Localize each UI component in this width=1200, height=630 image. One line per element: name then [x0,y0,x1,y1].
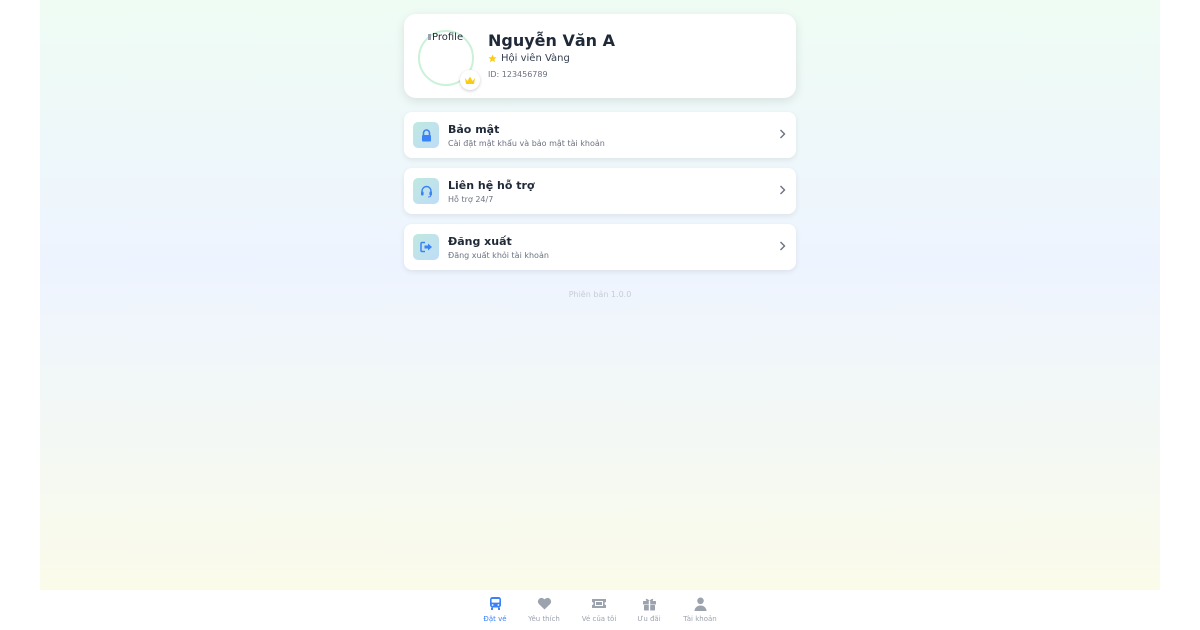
menu-description: Đăng xuất khỏi tài khoản [448,251,549,260]
nav-label: Yêu thích [528,615,560,623]
nav-item-my-tickets[interactable]: Vé của tôi [574,596,624,623]
nav-item-offers[interactable]: Ưu đãi [624,596,674,623]
menu-item-support[interactable]: Liên hệ hỗ trợ Hỗ trợ 24/7 [404,168,796,214]
menu-description: Hỗ trợ 24/7 [448,195,494,204]
lock-icon [413,122,439,148]
gift-icon [641,596,657,611]
menu-title: Liên hệ hỗ trợ [448,179,535,192]
avatar-alt-text: Profile [428,32,474,43]
chevron-right-icon [780,129,786,139]
bottom-nav: Đặt vé Yêu thích Vé của tôi Ưu đãi Tài k… [0,590,1200,630]
user-id: ID: 123456789 [488,70,548,79]
membership-label: Hội viên Vàng [501,53,570,64]
heart-icon [536,596,552,611]
star-icon [488,54,497,63]
menu-title: Đăng xuất [448,235,512,248]
crown-icon [460,70,480,90]
chevron-right-icon [780,185,786,195]
bus-icon [487,596,503,611]
nav-label: Ưu đãi [637,615,661,623]
nav-label: Tài khoản [683,615,717,623]
chevron-right-icon [780,241,786,251]
nav-item-account[interactable]: Tài khoản [675,596,725,623]
logout-icon [413,234,439,260]
membership-row: Hội viên Vàng [488,53,570,64]
app-background: Profile Nguyễn Văn A Hội viên Vàng ID: 1… [40,0,1160,590]
nav-item-book-ticket[interactable]: Đặt vé [470,596,520,623]
menu-item-logout[interactable]: Đăng xuất Đăng xuất khỏi tài khoản [404,224,796,270]
version-label: Phiên bản 1.0.0 [568,290,632,299]
ticket-icon [591,596,607,611]
nav-item-favorites[interactable]: Yêu thích [519,596,569,623]
profile-name: Nguyễn Văn A [488,31,615,50]
user-icon [692,596,708,611]
menu-description: Cài đặt mật khẩu và bảo mật tài khoản [448,139,605,148]
nav-label: Vé của tôi [581,615,617,623]
profile-card: Profile Nguyễn Văn A Hội viên Vàng ID: 1… [404,14,796,98]
menu-item-security[interactable]: Bảo mật Cài đặt mật khẩu và bảo mật tài … [404,112,796,158]
headset-icon [413,178,439,204]
nav-label: Đặt vé [483,615,507,623]
menu-title: Bảo mật [448,123,500,136]
